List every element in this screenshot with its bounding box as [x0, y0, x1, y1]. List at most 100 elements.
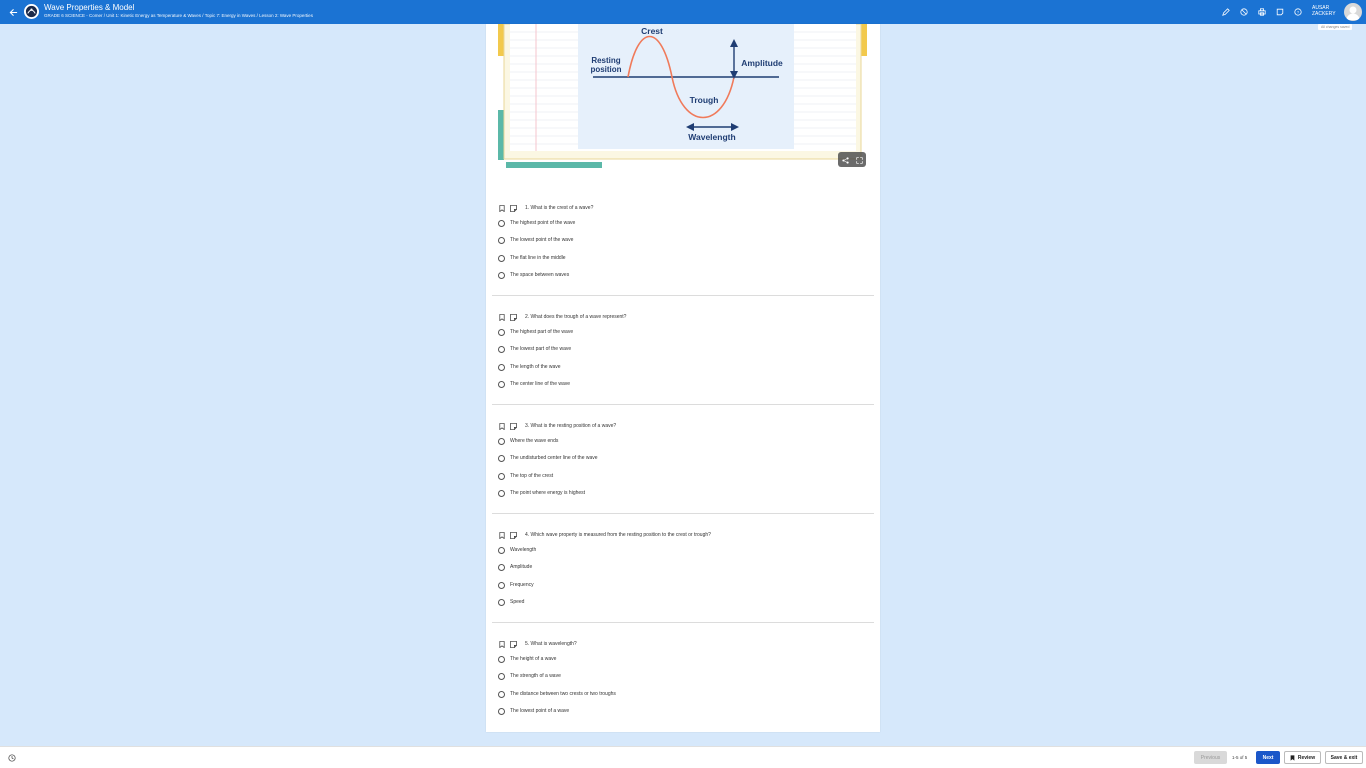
answer-option[interactable]: The lowest part of the wave	[498, 345, 571, 353]
bookmark-button[interactable]	[498, 313, 505, 321]
answer-option[interactable]: The length of the wave	[498, 363, 561, 371]
radio-button[interactable]	[498, 380, 505, 388]
option-label: The lowest point of a wave	[510, 708, 570, 714]
radio-button[interactable]	[498, 690, 505, 698]
bookmark-icon	[498, 422, 505, 430]
answer-option[interactable]: Frequency	[498, 581, 534, 589]
share-button[interactable]	[841, 151, 849, 169]
answer-option[interactable]: The center line of the wave	[498, 380, 570, 388]
bookmark-icon	[498, 640, 505, 648]
option-label: The point where energy is highest	[510, 490, 586, 496]
answer-option[interactable]: Where the wave ends	[498, 437, 558, 445]
notes-button[interactable]	[1274, 6, 1286, 18]
pencil-button[interactable]	[1220, 6, 1232, 18]
radio-button[interactable]	[498, 655, 505, 663]
note-icon	[510, 531, 517, 539]
radio-button[interactable]	[498, 437, 505, 445]
next-button[interactable]: Next	[1256, 751, 1280, 764]
radio-button[interactable]	[498, 546, 505, 554]
resting-label-line2: position	[590, 65, 621, 74]
bookmark-button[interactable]	[498, 640, 505, 648]
option-label: Amplitude	[510, 564, 533, 570]
radio-button[interactable]	[498, 454, 505, 462]
previous-button[interactable]: Previous	[1194, 751, 1227, 764]
answer-option[interactable]: The undisturbed center line of the wave	[498, 454, 598, 462]
answer-option[interactable]: Amplitude	[498, 563, 532, 571]
help-button[interactable]: ?	[1292, 6, 1304, 18]
answer-option[interactable]: Wavelength	[498, 546, 536, 554]
answer-option[interactable]: The height of a wave	[498, 655, 556, 663]
note-button[interactable]	[510, 531, 517, 539]
option-label: The center line of the wave	[510, 381, 571, 387]
answer-option[interactable]: The top of the crest	[498, 472, 553, 480]
radio-button[interactable]	[498, 254, 505, 262]
radio-button[interactable]	[498, 489, 505, 497]
review-button[interactable]: Review	[1284, 751, 1321, 764]
radio-button[interactable]	[498, 236, 505, 244]
save-exit-button[interactable]: Save & exit	[1325, 751, 1363, 764]
user-avatar-icon	[1346, 6, 1360, 20]
question-text: 4. Which wave property is measured from …	[525, 532, 711, 538]
question-header: 1. What is the crest of a wave?	[498, 204, 593, 212]
answer-option[interactable]: The lowest point of a wave	[498, 707, 569, 715]
radio-button[interactable]	[498, 581, 505, 589]
radio-button[interactable]	[498, 563, 505, 571]
answer-option[interactable]: The lowest point of the wave	[498, 236, 573, 244]
divider	[492, 295, 874, 296]
radio-button[interactable]	[498, 672, 505, 680]
avatar[interactable]	[1344, 3, 1362, 21]
help-icon: ?	[1294, 8, 1302, 16]
radio-button[interactable]	[498, 598, 505, 606]
note-icon	[510, 640, 517, 648]
radio-button[interactable]	[498, 328, 505, 336]
radio-button[interactable]	[498, 345, 505, 353]
back-button[interactable]	[6, 5, 20, 19]
option-label: Where the wave ends	[510, 438, 559, 444]
option-label: Wavelength	[510, 547, 537, 553]
bookmark-button[interactable]	[498, 204, 505, 212]
option-label: Speed	[510, 599, 525, 605]
divider	[492, 404, 874, 405]
eliminate-button[interactable]	[1238, 6, 1250, 18]
wave-diagram-image: Crest Resting position Amplitude Trough …	[498, 23, 867, 170]
answer-option[interactable]: The highest point of the wave	[498, 219, 575, 227]
note-button[interactable]	[510, 313, 517, 321]
answer-option[interactable]: Speed	[498, 598, 524, 606]
wavelength-label: Wavelength	[688, 132, 735, 142]
bookmark-button[interactable]	[498, 422, 505, 430]
crest-label: Crest	[641, 26, 663, 36]
option-label: The strength of a wave	[510, 673, 561, 679]
option-label: The top of the crest	[510, 473, 554, 479]
answer-option[interactable]: The distance between two crests or two t…	[498, 690, 616, 698]
radio-button[interactable]	[498, 707, 505, 715]
radio-button[interactable]	[498, 271, 505, 279]
print-button[interactable]	[1256, 6, 1268, 18]
question-text: 2. What does the trough of a wave repres…	[525, 314, 627, 320]
pencil-icon	[1222, 8, 1230, 16]
bookmark-icon	[498, 531, 505, 539]
breadcrumb: GRADE 6 SCIENCE - Comer / Unit 1: Kineti…	[44, 13, 313, 18]
bookmark-button[interactable]	[498, 531, 505, 539]
answer-option[interactable]: The flat line in the middle	[498, 254, 566, 262]
note-icon	[510, 422, 517, 430]
answer-option[interactable]: The space between waves	[498, 271, 569, 279]
timer-button[interactable]	[7, 753, 16, 762]
trough-label: Trough	[690, 95, 719, 105]
radio-button[interactable]	[498, 363, 505, 371]
divider	[492, 513, 874, 514]
radio-button[interactable]	[498, 219, 505, 227]
share-icon	[841, 156, 849, 164]
saved-status-tooltip: All changes saved	[1318, 24, 1353, 30]
note-button[interactable]	[510, 422, 517, 430]
radio-button[interactable]	[498, 472, 505, 480]
question-text: 1. What is the crest of a wave?	[525, 205, 594, 211]
note-button[interactable]	[510, 204, 517, 212]
option-label: Frequency	[510, 582, 534, 588]
answer-option[interactable]: The highest part of the wave	[498, 328, 573, 336]
bookmark-icon	[498, 313, 505, 321]
answer-option[interactable]: The strength of a wave	[498, 672, 561, 680]
answer-option[interactable]: The point where energy is highest	[498, 489, 585, 497]
option-label: The length of the wave	[510, 364, 561, 370]
expand-button[interactable]	[855, 151, 863, 169]
note-button[interactable]	[510, 640, 517, 648]
